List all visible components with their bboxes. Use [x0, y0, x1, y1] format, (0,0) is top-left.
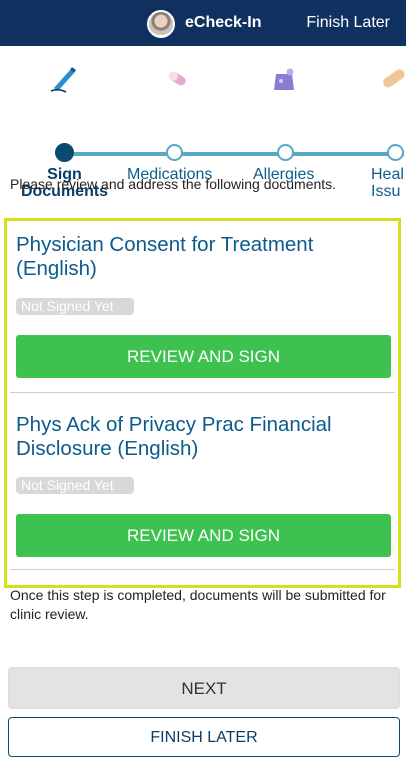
- status-badge: Not Signed Yet: [16, 477, 134, 494]
- step-dot-medications[interactable]: [166, 144, 183, 161]
- header-title: eCheck-In: [185, 14, 262, 31]
- pill-icon: [168, 71, 186, 86]
- finish-later-button[interactable]: FINISH LATER: [8, 717, 400, 757]
- document-title[interactable]: Physician Consent for Treatment (English…: [16, 233, 386, 281]
- finish-later-link[interactable]: Finish Later: [306, 14, 390, 32]
- divider: [10, 569, 395, 570]
- pen-icon: [50, 67, 76, 93]
- step-dot-allergies[interactable]: [277, 144, 294, 161]
- document-title[interactable]: Phys Ack of Privacy Prac Financial Discl…: [16, 413, 386, 461]
- bandage-icon: [383, 69, 405, 88]
- allergy-icon: [274, 68, 294, 90]
- step-dot-health-issues[interactable]: [387, 144, 404, 161]
- divider: [10, 392, 395, 393]
- next-button[interactable]: NEXT: [8, 667, 400, 709]
- step-label-line: Heal: [371, 166, 404, 183]
- review-and-sign-button[interactable]: REVIEW AND SIGN: [16, 514, 391, 557]
- document-list: Physician Consent for Treatment (English…: [4, 218, 401, 588]
- progress-stepper: Sign Documents Medications Allergies Hea…: [0, 46, 406, 200]
- step-label-health-issues[interactable]: Heal Issu: [371, 166, 404, 200]
- intro-text: Please review and address the following …: [10, 176, 337, 192]
- status-badge: Not Signed Yet: [16, 298, 134, 315]
- completion-note: Once this step is completed, documents w…: [10, 587, 386, 622]
- top-header: eCheck-In Finish Later: [0, 0, 406, 46]
- review-and-sign-button[interactable]: REVIEW AND SIGN: [16, 335, 391, 378]
- step-label-line: Issu: [371, 183, 401, 200]
- document-item: Phys Ack of Privacy Prac Financial Discl…: [7, 401, 398, 573]
- avatar[interactable]: [147, 10, 175, 38]
- document-item: Physician Consent for Treatment (English…: [7, 221, 398, 393]
- step-dot-sign-documents[interactable]: [55, 143, 74, 162]
- progress-track: [64, 152, 404, 156]
